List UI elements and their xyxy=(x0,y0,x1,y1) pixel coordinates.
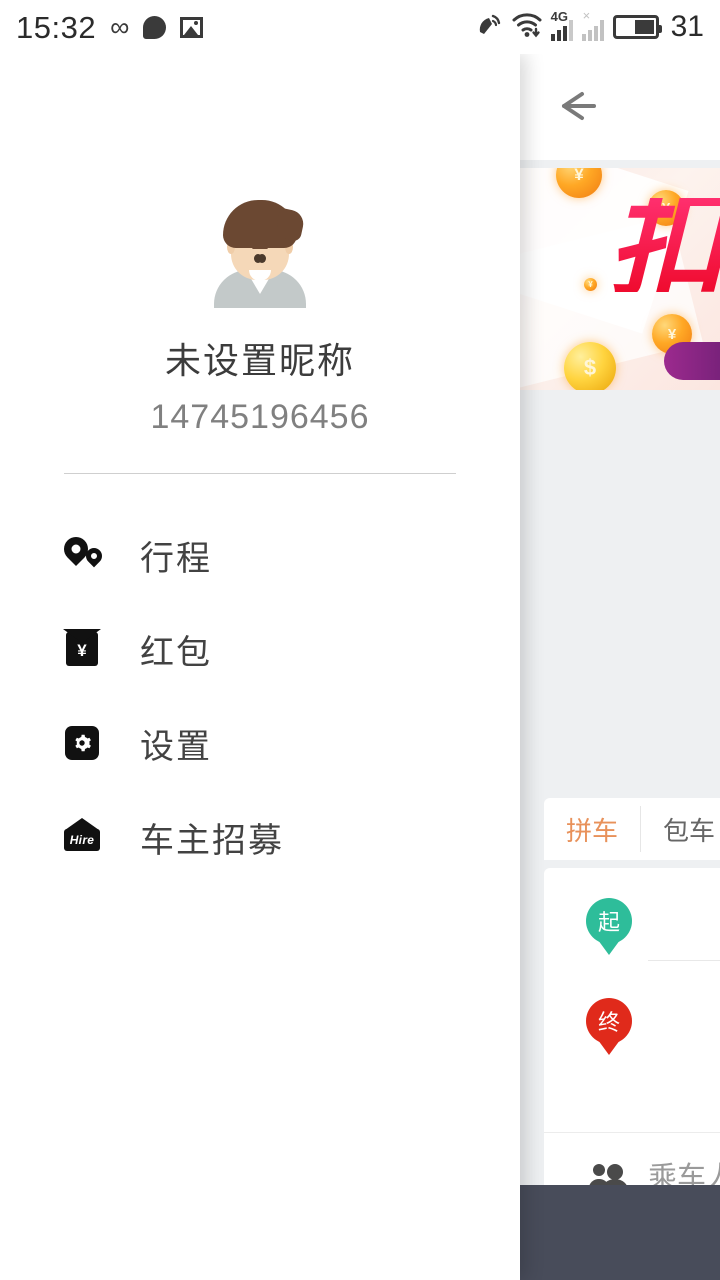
avatar[interactable] xyxy=(214,200,306,308)
menu-item-red-packet[interactable]: ¥ 红包 xyxy=(0,602,520,696)
menu-item-label: 车主招募 xyxy=(140,821,284,860)
bottom-system-bar xyxy=(520,1185,720,1280)
wifi-icon xyxy=(512,12,542,43)
profile-nickname: 未设置昵称 xyxy=(164,340,355,381)
drawer-menu: 行程 ¥ 红包 设置 Hire 车主招募 xyxy=(0,508,520,884)
ride-type-tabs: 拼车 包车 xyxy=(544,798,720,860)
promo-pill-shape xyxy=(664,342,720,380)
form-row-divider xyxy=(544,1132,720,1133)
background-app-content: ¥ ¥ ¥ ¥ $ 扣 拼车 包车 起 终 xyxy=(520,54,720,1280)
status-bar: 15:32 ∞ 4G × 31 xyxy=(0,0,720,54)
app-top-bar xyxy=(520,54,720,160)
navigation-drawer: 未设置昵称 14745196456 行程 ¥ 红包 设置 Hire 车主招募 xyxy=(0,54,520,1280)
promo-banner-text: 扣 xyxy=(608,186,720,304)
route-pin-icon xyxy=(59,532,106,575)
profile-phone-number: 14745196456 xyxy=(150,398,370,436)
back-arrow-icon[interactable] xyxy=(554,86,598,126)
signal-bars-muted-icon: × xyxy=(581,8,604,41)
phone-screen: ¥ ¥ ¥ ¥ $ 扣 拼车 包车 起 终 xyxy=(0,0,720,1280)
red-packet-icon: ¥ xyxy=(62,629,102,669)
status-bar-right: 4G × 31 xyxy=(477,8,704,43)
tab-carpool[interactable]: 拼车 xyxy=(544,798,640,860)
tab-charter[interactable]: 包车 xyxy=(641,798,720,860)
menu-item-label: 设置 xyxy=(140,727,212,766)
hire-sign-icon: Hire xyxy=(62,817,102,857)
infinity-icon: ∞ xyxy=(110,11,130,42)
battery-icon xyxy=(612,15,662,39)
start-location-pin-icon: 起 xyxy=(586,898,632,956)
coin-icon: $ xyxy=(564,342,616,390)
trip-form-card: 起 终 乘车人数 xyxy=(544,868,720,1216)
promo-banner[interactable]: ¥ ¥ ¥ ¥ $ 扣 xyxy=(520,168,720,390)
profile-divider xyxy=(64,473,456,474)
start-field-underline[interactable] xyxy=(648,960,720,961)
status-bar-left: 15:32 ∞ xyxy=(16,9,204,45)
menu-item-trips[interactable]: 行程 xyxy=(0,508,520,602)
signal-bars-icon: 4G xyxy=(550,9,573,41)
profile-header[interactable]: 未设置昵称 14745196456 xyxy=(0,54,520,474)
battery-percent-label: 31 xyxy=(670,10,704,43)
image-icon xyxy=(180,16,204,38)
menu-item-driver-recruitment[interactable]: Hire 车主招募 xyxy=(0,790,520,884)
menu-item-label: 红包 xyxy=(140,633,212,672)
menu-item-settings[interactable]: 设置 xyxy=(0,696,520,790)
coin-icon: ¥ xyxy=(584,278,597,291)
end-location-pin-icon: 终 xyxy=(586,998,632,1056)
gear-icon xyxy=(62,723,102,763)
chat-bubble-icon xyxy=(143,15,167,39)
satellite-icon xyxy=(477,12,503,43)
status-bar-clock: 15:32 xyxy=(16,9,97,45)
menu-item-label: 行程 xyxy=(140,539,212,578)
